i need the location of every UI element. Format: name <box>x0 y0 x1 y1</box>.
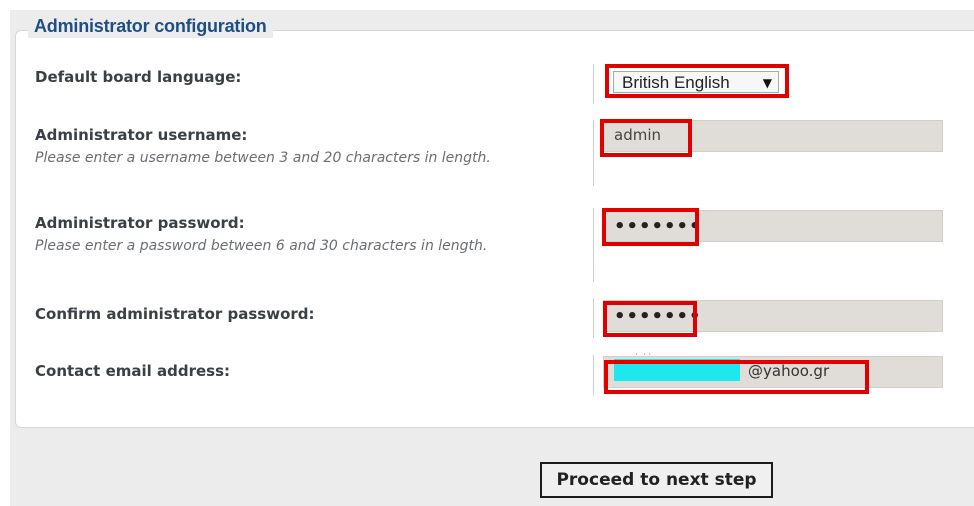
install-page: Administrator configuration Default boar… <box>0 0 974 506</box>
email-highlight <box>604 360 869 394</box>
password-label: Administrator password: <box>35 214 245 232</box>
language-select-value: British English <box>622 73 730 92</box>
column-divider <box>593 64 594 104</box>
username-hint: Please enter a username between 3 and 20… <box>35 150 491 166</box>
dropdown-arrow-icon[interactable]: ▼ <box>763 74 772 92</box>
proceed-next-step-button[interactable]: Proceed to next step <box>540 462 773 498</box>
language-label: Default board language: <box>35 68 242 86</box>
confirm-password-highlight <box>603 301 697 337</box>
column-divider <box>593 355 594 395</box>
password-highlight <box>602 208 699 246</box>
language-select-box[interactable]: British English ▼ <box>613 71 779 93</box>
username-label: Administrator username: <box>35 126 248 144</box>
language-select[interactable]: British English ▼ <box>605 64 789 98</box>
confirm-password-label: Confirm administrator password: <box>35 305 315 323</box>
fieldset-legend: Administrator configuration <box>28 14 273 38</box>
password-hint: Please enter a password between 6 and 30… <box>35 238 488 254</box>
username-highlight <box>600 119 692 157</box>
column-divider <box>593 208 594 282</box>
column-divider <box>593 120 594 186</box>
column-divider <box>593 298 594 338</box>
email-label: Contact email address: <box>35 362 231 380</box>
